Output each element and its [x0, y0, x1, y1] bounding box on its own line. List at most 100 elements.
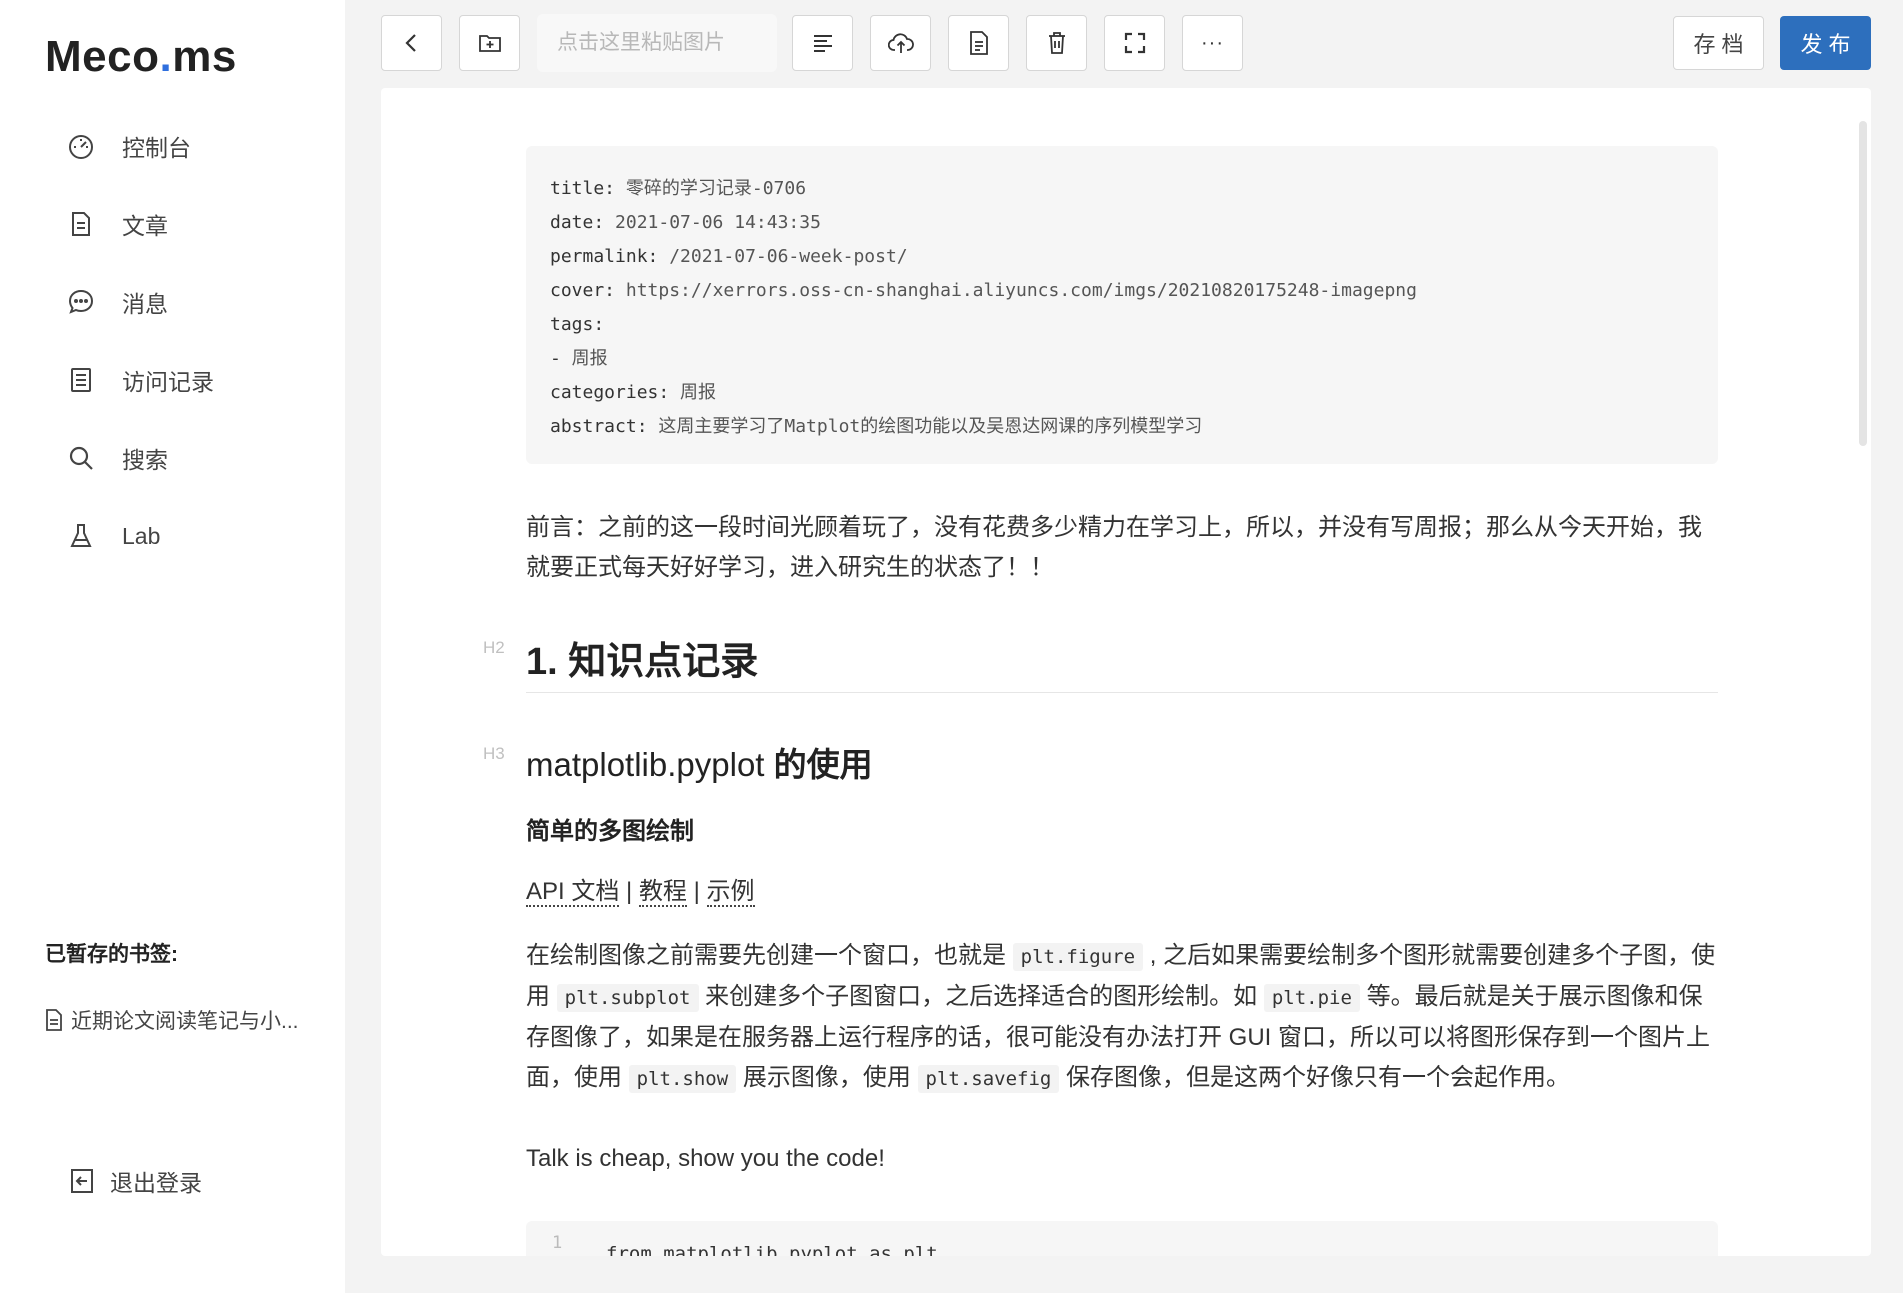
sidebar-item-dashboard[interactable]: 控制台: [66, 124, 306, 168]
more-icon: ···: [1201, 31, 1224, 54]
message-icon: [66, 287, 96, 317]
sidebar-item-access-log[interactable]: 访问记录: [66, 358, 306, 402]
back-button[interactable]: [381, 15, 442, 71]
fm-value: 零碎的学习记录-0706: [615, 178, 807, 199]
fullscreen-button[interactable]: [1104, 15, 1165, 71]
logout-button[interactable]: 退出登录: [68, 1164, 202, 1198]
front-matter-line: abstract: 这周主要学习了Matplot的绘图功能以及吴恩达网课的序列模…: [550, 410, 1694, 444]
bookmarks-title: 已暂存的书签:: [45, 943, 178, 966]
h3-marker: H3: [483, 744, 505, 763]
upload-icon: [887, 33, 914, 53]
new-folder-button[interactable]: [459, 15, 520, 71]
sidebar-item-label: Lab: [122, 522, 161, 549]
paste-image-input[interactable]: [537, 14, 777, 72]
front-matter-line: permalink: /2021-07-06-week-post/: [550, 240, 1694, 274]
inline-code: plt.pie: [1263, 984, 1360, 1012]
bookmark-label: 近期论文阅读笔记与小...: [71, 1010, 299, 1033]
inline-code: plt.savefig: [917, 1065, 1060, 1093]
para-text: 在绘制图像之前需要先创建一个窗口，也就是: [526, 942, 1013, 969]
para-text: 保存图像，但是这两个好像只有一个会起作用。: [1059, 1064, 1571, 1091]
file-icon: [969, 31, 988, 55]
delete-icon: [1048, 32, 1065, 54]
fm-key: permalink:: [550, 246, 659, 267]
heading-h4[interactable]: 简单的多图绘制: [526, 811, 694, 846]
front-matter-line: date: 2021-07-06 14:43:35: [550, 206, 1694, 240]
sidebar-item-label: 文章: [122, 213, 168, 239]
fm-value: https://xerrors.oss-cn-shanghai.aliyuncs…: [615, 280, 1417, 301]
document-icon: [46, 1009, 62, 1031]
fm-key: date:: [550, 212, 605, 233]
fm-key: cover:: [550, 280, 616, 301]
delete-button[interactable]: [1026, 15, 1087, 71]
flask-icon: [66, 521, 96, 551]
brand-logo[interactable]: Meco.ms: [45, 32, 237, 82]
fm-value: /2021-07-06-week-post/: [658, 246, 908, 267]
front-matter-line: tags:: [550, 308, 1694, 342]
h3-code-part: matplotlib.pyplot: [526, 746, 765, 783]
fm-key: categories:: [550, 382, 670, 403]
para-text: 展示图像，使用: [736, 1064, 918, 1091]
sidebar-item-label: 控制台: [122, 135, 191, 161]
inline-code: plt.subplot: [556, 984, 699, 1012]
fm-value: 周报: [669, 382, 717, 403]
fm-key: -: [550, 348, 561, 369]
h3-text-part: 的使用: [764, 746, 873, 783]
new-folder-icon: [478, 35, 501, 52]
body-paragraph[interactable]: 在绘制图像之前需要先创建一个窗口，也就是 plt.figure , 之后如果需要…: [526, 936, 1718, 1099]
fm-value: 2021-07-06 14:43:35: [604, 212, 821, 233]
brand-part1: Meco: [45, 32, 160, 81]
scrollbar-thumb[interactable]: [1859, 121, 1867, 446]
reference-links: API 文档 | 教程 | 示例: [526, 871, 755, 907]
fm-value: 周报: [560, 348, 608, 369]
sidebar-item-lab[interactable]: Lab: [66, 514, 306, 558]
front-matter-line: title: 零碎的学习记录-0706: [550, 172, 1694, 206]
sidebar-item-articles[interactable]: 文章: [66, 202, 306, 246]
editor-pane[interactable]: title: 零碎的学习记录-0706 date: 2021-07-06 14:…: [381, 88, 1871, 1256]
code-line: from matplotlib.pyplot as plt: [606, 1243, 938, 1256]
heading-h3[interactable]: matplotlib.pyplot 的使用: [526, 738, 873, 786]
brand-dot: .: [159, 32, 173, 81]
more-button[interactable]: ···: [1182, 15, 1243, 71]
h2-marker: H2: [483, 638, 505, 657]
save-button[interactable]: 存档: [1673, 16, 1764, 70]
intro-paragraph[interactable]: 前言：之前的这一段时间光顾着玩了，没有花费多少精力在学习上，所以，并没有写周报；…: [526, 508, 1718, 588]
outline-icon: [813, 35, 832, 52]
search-icon: [66, 443, 96, 473]
dashboard-icon: [66, 131, 96, 161]
heading-h2[interactable]: 1. 知识点记录: [526, 630, 758, 685]
h2-divider: [526, 692, 1718, 693]
logout-icon: [71, 1169, 93, 1193]
fm-value: 这周主要学习了Matplot的绘图功能以及吴恩达网课的序列模型学习: [647, 416, 1203, 437]
front-matter-line: - 周报: [550, 342, 1694, 376]
logout-label: 退出登录: [110, 1170, 202, 1196]
fullscreen-icon: [1124, 32, 1145, 54]
publish-button[interactable]: 发布: [1780, 16, 1871, 70]
link-separator: |: [619, 878, 639, 905]
fm-key: tags:: [550, 314, 605, 335]
para-text: 来创建多个子图窗口，之后选择适合的图形绘制。如: [698, 983, 1264, 1010]
upload-button[interactable]: [870, 15, 931, 71]
front-matter-block[interactable]: title: 零碎的学习记录-0706 date: 2021-07-06 14:…: [526, 146, 1718, 464]
talk-paragraph[interactable]: Talk is cheap, show you the code!: [526, 1139, 1718, 1179]
sidebar-item-label: 访问记录: [122, 369, 214, 395]
sidebar-item-messages[interactable]: 消息: [66, 280, 306, 324]
document-icon: [66, 209, 96, 239]
outline-button[interactable]: [792, 15, 853, 71]
fm-key: abstract:: [550, 416, 648, 437]
bookmark-item[interactable]: 近期论文阅读笔记与小...: [45, 1005, 299, 1035]
tutorial-link[interactable]: 教程: [638, 878, 687, 907]
code-block[interactable]: 1 from matplotlib.pyplot as plt: [526, 1221, 1718, 1256]
inline-code: plt.figure: [1012, 943, 1144, 971]
file-button[interactable]: [948, 15, 1009, 71]
access-log-icon: [66, 365, 96, 395]
sidebar-item-search[interactable]: 搜索: [66, 436, 306, 480]
front-matter-line: cover: https://xerrors.oss-cn-shanghai.a…: [550, 274, 1694, 308]
api-doc-link[interactable]: API 文档: [526, 878, 620, 907]
back-icon: [404, 34, 416, 52]
sidebar-item-label: 消息: [122, 291, 168, 317]
code-line-number: 1: [552, 1233, 563, 1253]
examples-link[interactable]: 示例: [706, 878, 755, 907]
inline-code: plt.show: [628, 1065, 737, 1093]
link-separator: |: [686, 878, 707, 905]
fm-key: title:: [550, 178, 616, 199]
